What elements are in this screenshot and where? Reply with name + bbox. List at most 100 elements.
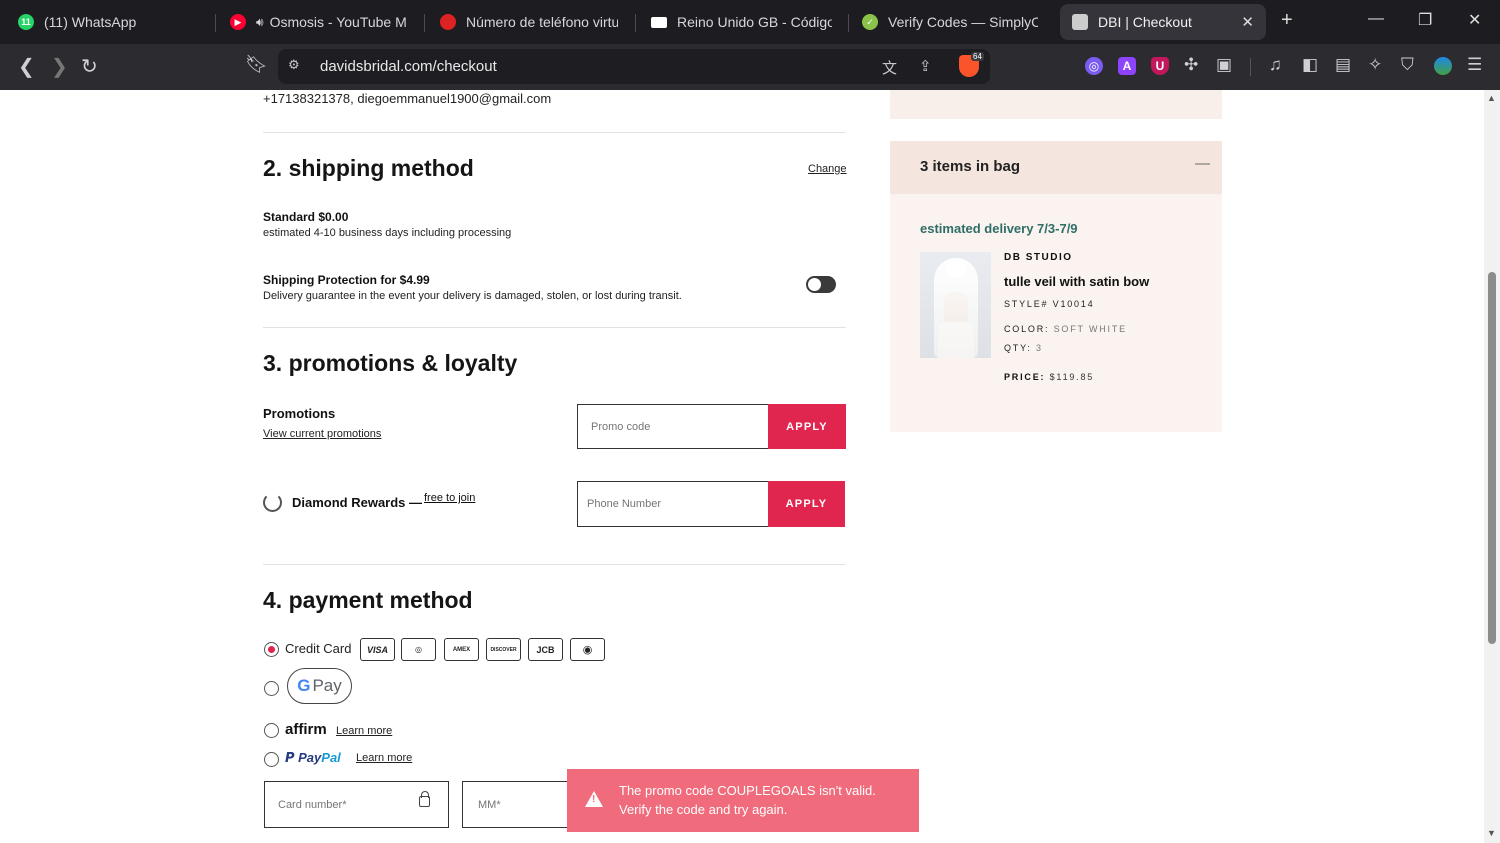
color-label: COLOR: xyxy=(1004,324,1050,334)
tab-title: Osmosis - YouTube Mu xyxy=(269,14,406,30)
lock-icon xyxy=(419,791,430,807)
promo-code-input[interactable] xyxy=(577,404,769,449)
tab-virtual-number[interactable]: Número de teléfono virtua xyxy=(428,4,630,40)
tab-title: Verify Codes — SimplyCod xyxy=(888,14,1038,30)
style-value: V10014 xyxy=(1052,299,1095,309)
menu-icon[interactable]: ☰ xyxy=(1467,55,1482,75)
estimated-delivery: estimated delivery 7/3-7/9 xyxy=(920,221,1078,236)
apply-promo-button[interactable]: APPLY xyxy=(768,404,846,449)
visa-icon: VISA xyxy=(360,638,395,661)
promotions-title: 3. promotions & loyalty xyxy=(263,350,518,376)
screenshot-icon[interactable]: ▣ xyxy=(1216,55,1232,75)
phone-number-input[interactable] xyxy=(577,481,769,527)
color-value: SOFT WHITE xyxy=(1053,324,1127,334)
apply-rewards-button[interactable]: APPLY xyxy=(768,481,845,527)
extension-a-icon[interactable]: A xyxy=(1118,57,1136,75)
tab-whatsapp[interactable]: 11 (11) WhatsApp xyxy=(6,4,211,40)
shipping-method-title: 2. shipping method xyxy=(263,155,474,181)
tab-checkout[interactable]: DBI | Checkout ✕ xyxy=(1060,4,1266,40)
page-scrollbar[interactable]: ▲ ▼ xyxy=(1484,90,1500,843)
close-tab-icon[interactable]: ✕ xyxy=(1231,13,1254,31)
leo-ai-icon[interactable]: ✧ xyxy=(1368,55,1382,75)
expiry-month-input[interactable] xyxy=(462,781,572,828)
share-icon[interactable]: ⇪ xyxy=(919,57,932,75)
vpn-shield-icon[interactable]: ⛉ xyxy=(1401,55,1414,75)
back-icon[interactable]: ❮ xyxy=(18,54,35,79)
forward-icon[interactable]: ❯ xyxy=(51,54,68,79)
credit-card-label[interactable]: Credit Card xyxy=(285,641,351,656)
free-to-join-link[interactable]: free to join xyxy=(424,492,475,504)
speaker-icon[interactable]: 🔊︎ xyxy=(256,15,264,30)
google-pay-radio[interactable] xyxy=(264,681,279,696)
whatsapp-icon: 11 xyxy=(18,14,34,30)
product-color: COLOR: SOFT WHITE xyxy=(1004,324,1127,334)
minimize-icon[interactable]: — xyxy=(1368,10,1384,28)
ublock-icon[interactable]: U xyxy=(1151,57,1169,75)
site-settings-icon[interactable]: ⚙ xyxy=(288,57,300,73)
tab-verify-codes[interactable]: ✓ Verify Codes — SimplyCod xyxy=(850,4,1050,40)
view-promotions-link[interactable]: View current promotions xyxy=(263,428,381,440)
uk-flag-icon xyxy=(651,16,667,28)
sidebar-icon[interactable]: ◧ xyxy=(1302,55,1318,75)
tab-separator xyxy=(215,14,216,32)
paypal-radio[interactable] xyxy=(264,752,279,767)
scroll-thumb[interactable] xyxy=(1488,272,1496,644)
section-divider xyxy=(263,327,846,328)
scroll-up-icon[interactable]: ▲ xyxy=(1487,93,1496,103)
youtube-icon: ▶ xyxy=(230,14,246,30)
error-toast[interactable]: The promo code COUPLEGOALS isn't valid. … xyxy=(567,769,919,832)
tab-youtube[interactable]: ▶ 🔊︎ Osmosis - YouTube Mu xyxy=(218,4,418,40)
qty-label: QTY: xyxy=(1004,343,1032,353)
scroll-down-icon[interactable]: ▼ xyxy=(1487,828,1496,838)
shipping-protection-label: Shipping Protection for $4.99 xyxy=(263,273,430,287)
diamond-rewards-label: Diamond Rewards — xyxy=(292,495,423,510)
extensions-puzzle-icon[interactable]: ✣ xyxy=(1184,55,1198,75)
change-shipping-link[interactable]: Change xyxy=(808,163,847,175)
collapse-icon[interactable]: — xyxy=(1195,155,1210,172)
paypal-p-icon: 𝙋 xyxy=(285,750,299,765)
tab-separator xyxy=(424,14,425,32)
google-g-icon: G xyxy=(297,676,311,695)
credit-card-radio[interactable] xyxy=(264,642,279,657)
affirm-radio[interactable] xyxy=(264,723,279,738)
translate-icon[interactable]: 文 xyxy=(882,57,897,78)
affirm-learn-more-link[interactable]: Learn more xyxy=(336,725,392,737)
extension-icon[interactable]: ◎ xyxy=(1085,57,1103,75)
product-name[interactable]: tulle veil with satin bow xyxy=(1004,274,1149,289)
address-bar[interactable]: ⚙ davidsbridal.com/checkout 文 ⇪ 64 xyxy=(278,49,990,84)
diners-club-icon: ◉ xyxy=(570,638,605,661)
wallet-icon[interactable]: ▤ xyxy=(1335,55,1351,75)
shipping-protection-toggle[interactable] xyxy=(806,276,836,293)
bag-header[interactable]: 3 items in bag — xyxy=(890,141,1222,194)
tab-uk-code[interactable]: Reino Unido GB - Código P xyxy=(639,4,844,40)
new-tab-button[interactable]: + xyxy=(1281,9,1293,32)
style-label: STYLE# xyxy=(1004,299,1049,309)
tab-title: (11) WhatsApp xyxy=(44,14,137,30)
paypal-learn-more-link[interactable]: Learn more xyxy=(356,752,412,764)
tab-separator xyxy=(635,14,636,32)
standard-shipping-label: Standard $0.00 xyxy=(263,210,349,224)
product-image[interactable] xyxy=(920,252,991,358)
loading-spinner-icon xyxy=(263,493,282,512)
price-label: PRICE: xyxy=(1004,372,1046,382)
product-brand: DB STUDIO xyxy=(1004,252,1073,263)
google-pay-button[interactable]: G Pay xyxy=(287,668,352,704)
url-text[interactable]: davidsbridal.com/checkout xyxy=(320,58,497,75)
toast-line-1: The promo code COUPLEGOALS isn't valid. xyxy=(619,783,876,798)
tab-title: Número de teléfono virtua xyxy=(466,14,618,30)
bag-panel: 3 items in bag — estimated delivery 7/3-… xyxy=(890,141,1222,432)
toolbar-separator xyxy=(1250,58,1251,76)
discover-icon: DISCOVER xyxy=(486,638,521,661)
restore-icon[interactable]: ❐ xyxy=(1418,10,1432,30)
music-icon[interactable]: ♫ xyxy=(1269,55,1282,75)
profile-avatar-icon[interactable] xyxy=(1434,57,1452,75)
mastercard-icon: ◎ xyxy=(401,638,436,661)
close-window-icon[interactable]: ✕ xyxy=(1468,10,1481,30)
product-qty: QTY: 3 xyxy=(1004,343,1043,353)
browser-toolbar: ❮ ❯ ↻ 🔖︎ ⚙ davidsbridal.com/checkout 文 ⇪… xyxy=(0,44,1500,90)
toast-line-2: Verify the code and try again. xyxy=(619,802,788,817)
bookmark-icon[interactable]: 🔖︎ xyxy=(245,54,268,75)
reload-icon[interactable]: ↻ xyxy=(81,54,98,79)
qty-value: 3 xyxy=(1036,343,1043,353)
bag-title: 3 items in bag xyxy=(920,158,1021,175)
